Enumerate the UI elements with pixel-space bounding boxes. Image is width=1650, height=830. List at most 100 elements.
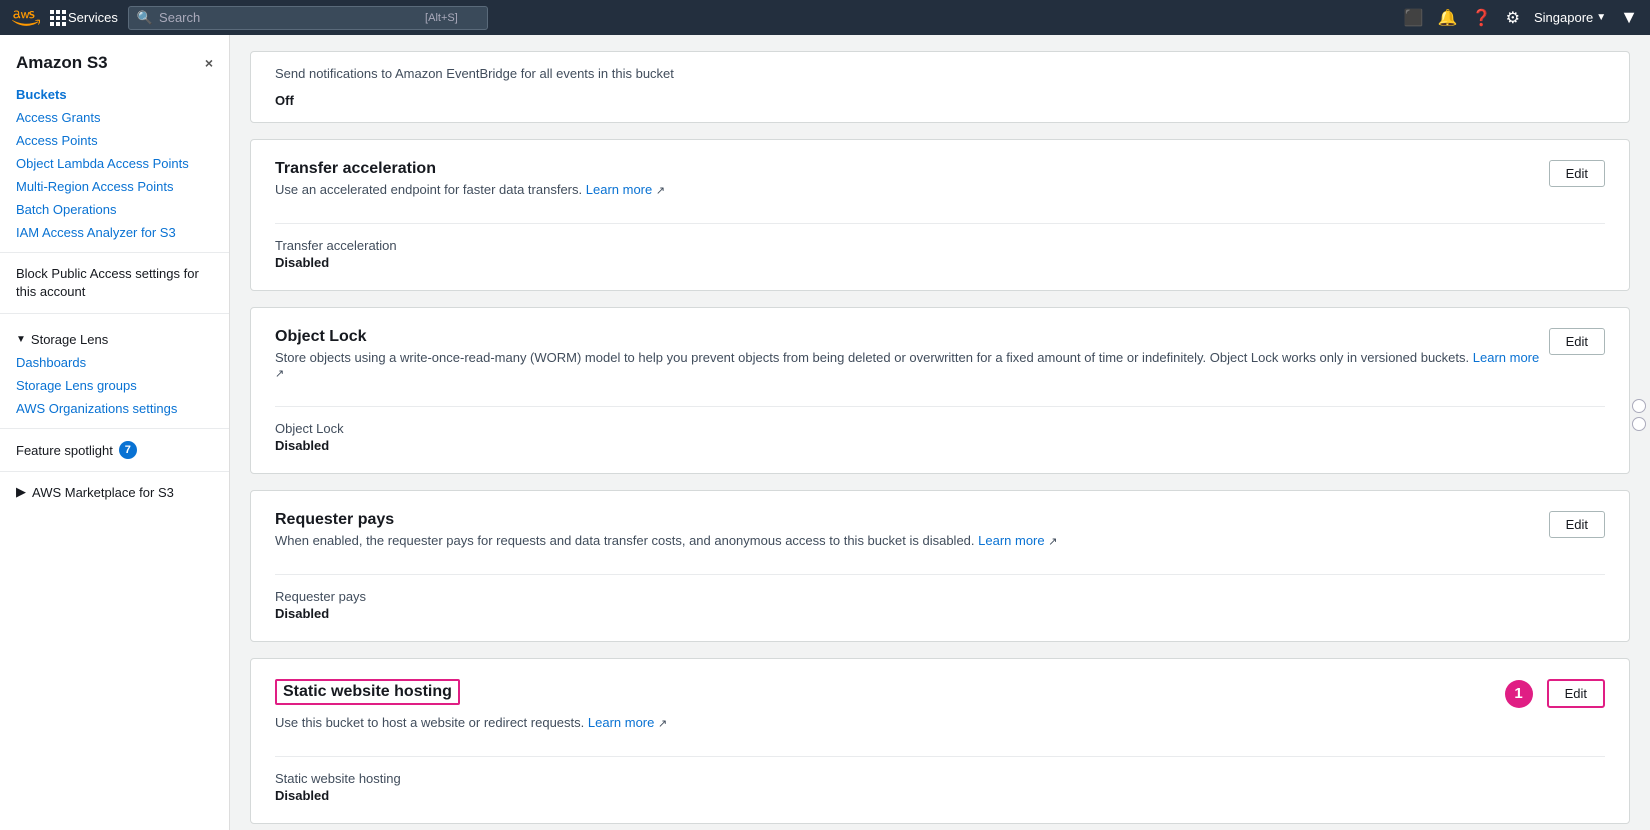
sidebar-divider-1 — [0, 252, 229, 253]
sidebar-item-block-public[interactable]: Block Public Access settings for this ac… — [0, 261, 229, 305]
sidebar: Amazon S3 × Buckets Access Grants Access… — [0, 35, 230, 830]
transfer-acceleration-description: Use an accelerated endpoint for faster d… — [275, 182, 665, 197]
rp-field-value: Disabled — [275, 606, 1605, 621]
cloud-shell-nav-icon[interactable]: ⬛ — [1404, 8, 1424, 28]
static-website-title-area: Static website hosting Use this bucket t… — [275, 679, 667, 742]
sidebar-feature-spotlight[interactable]: Feature spotlight 7 — [0, 437, 229, 463]
top-navigation: Services 🔍 [Alt+S] ⬛ 🔔 ❓ ⚙ Singapore ▼ ▼ — [0, 0, 1650, 35]
rp-divider — [275, 574, 1605, 575]
sidebar-item-lens-groups[interactable]: Storage Lens groups — [0, 374, 229, 397]
ol-field-label: Object Lock — [275, 421, 1605, 436]
main-content: Send notifications to Amazon EventBridge… — [230, 35, 1650, 830]
sw-field-value: Disabled — [275, 788, 1605, 803]
storage-lens-caret: ▼ — [16, 334, 26, 345]
services-label: Services — [68, 10, 118, 25]
sidebar-item-iam-analyzer[interactable]: IAM Access Analyzer for S3 — [0, 221, 229, 244]
sidebar-item-buckets[interactable]: Buckets — [0, 83, 229, 106]
ol-field-value: Disabled — [275, 438, 1605, 453]
right-indicator-2[interactable] — [1632, 417, 1646, 431]
static-website-actions: 1 Edit — [1505, 679, 1605, 708]
rp-field-label: Requester pays — [275, 589, 1605, 604]
sw-field-label: Static website hosting — [275, 771, 1605, 786]
transfer-acceleration-title: Transfer acceleration — [275, 160, 665, 178]
search-shortcut: [Alt+S] — [425, 12, 458, 24]
aws-logo[interactable] — [12, 9, 40, 27]
help-icon[interactable]: ❓ — [1472, 8, 1492, 28]
settings-icon[interactable]: ⚙ — [1506, 8, 1520, 28]
object-lock-title-block: Object Lock Store objects using a write-… — [275, 328, 1549, 392]
account-menu-icon[interactable]: ▼ — [1620, 7, 1638, 28]
step-1-badge: 1 — [1505, 680, 1533, 708]
storage-lens-label: Storage Lens — [31, 332, 108, 347]
sidebar-divider-4 — [0, 471, 229, 472]
object-lock-description: Store objects using a write-once-read-ma… — [275, 350, 1549, 380]
sidebar-title: Amazon S3 × — [0, 49, 229, 83]
sidebar-divider-2 — [0, 313, 229, 314]
sidebar-item-batch-ops[interactable]: Batch Operations — [0, 198, 229, 221]
ta-divider — [275, 223, 1605, 224]
sidebar-item-dashboards[interactable]: Dashboards — [0, 351, 229, 374]
region-selector[interactable]: Singapore ▼ — [1534, 10, 1606, 25]
requester-pays-header: Requester pays When enabled, the request… — [275, 511, 1605, 560]
requester-pays-learn-more[interactable]: Learn more — [978, 533, 1044, 548]
transfer-acceleration-header: Transfer acceleration Use an accelerated… — [275, 160, 1605, 209]
ta-field-label: Transfer acceleration — [275, 238, 1605, 253]
region-label: Singapore — [1534, 10, 1593, 25]
object-lock-learn-more[interactable]: Learn more — [1473, 350, 1539, 365]
ta-desc-text: Use an accelerated endpoint for faster d… — [275, 182, 582, 197]
requester-pays-edit-button[interactable]: Edit — [1549, 511, 1605, 538]
transfer-acceleration-edit-button[interactable]: Edit — [1549, 160, 1605, 187]
sidebar-app-name: Amazon S3 — [16, 53, 108, 73]
feature-badge: 7 — [119, 441, 137, 459]
eventbridge-status-value: Off — [275, 93, 1605, 108]
notifications-icon[interactable]: 🔔 — [1438, 8, 1458, 28]
ol-desc-text: Store objects using a write-once-read-ma… — [275, 350, 1469, 365]
static-website-header: Static website hosting Use this bucket t… — [275, 679, 1605, 742]
object-lock-card: Object Lock Store objects using a write-… — [250, 307, 1630, 474]
static-website-edit-button[interactable]: Edit — [1547, 679, 1605, 708]
sidebar-close-button[interactable]: × — [205, 55, 213, 71]
object-lock-title: Object Lock — [275, 328, 1549, 346]
external-link-icon-ta: ↗ — [656, 185, 665, 197]
transfer-acceleration-learn-more[interactable]: Learn more — [586, 182, 652, 197]
sidebar-item-multi-region[interactable]: Multi-Region Access Points — [0, 175, 229, 198]
sidebar-item-marketplace[interactable]: ▶ AWS Marketplace for S3 — [0, 480, 229, 504]
requester-pays-description: When enabled, the requester pays for req… — [275, 533, 1057, 548]
sidebar-item-access-points[interactable]: Access Points — [0, 129, 229, 152]
external-link-icon-ol: ↗ — [275, 368, 284, 380]
eventbridge-card: Send notifications to Amazon EventBridge… — [250, 51, 1630, 123]
static-website-description: Use this bucket to host a website or red… — [275, 715, 667, 730]
sidebar-item-access-grants[interactable]: Access Grants — [0, 106, 229, 129]
transfer-acceleration-card: Transfer acceleration Use an accelerated… — [250, 139, 1630, 291]
ol-divider — [275, 406, 1605, 407]
services-button[interactable]: Services — [50, 10, 118, 26]
requester-pays-card: Requester pays When enabled, the request… — [250, 490, 1630, 642]
sw-desc-text: Use this bucket to host a website or red… — [275, 715, 584, 730]
object-lock-edit-button[interactable]: Edit — [1549, 328, 1605, 355]
sidebar-item-object-lambda[interactable]: Object Lambda Access Points — [0, 152, 229, 175]
transfer-acceleration-title-block: Transfer acceleration Use an accelerated… — [275, 160, 665, 209]
search-bar[interactable]: 🔍 [Alt+S] — [128, 6, 488, 30]
static-website-card: Static website hosting Use this bucket t… — [250, 658, 1630, 824]
static-website-title: Static website hosting — [275, 679, 460, 705]
region-dropdown-icon: ▼ — [1596, 12, 1606, 23]
rp-desc-text: When enabled, the requester pays for req… — [275, 533, 975, 548]
right-indicator-1[interactable] — [1632, 399, 1646, 413]
app-layout: Amazon S3 × Buckets Access Grants Access… — [0, 35, 1650, 830]
static-website-learn-more[interactable]: Learn more — [588, 715, 654, 730]
right-indicators — [1628, 395, 1650, 435]
requester-pays-title-block: Requester pays When enabled, the request… — [275, 511, 1057, 560]
object-lock-header: Object Lock Store objects using a write-… — [275, 328, 1605, 392]
eventbridge-description: Send notifications to Amazon EventBridge… — [275, 66, 1605, 81]
static-website-title-block: Static website hosting Use this bucket t… — [275, 679, 667, 742]
sidebar-storage-lens-header[interactable]: ▼ Storage Lens — [0, 322, 229, 351]
content-top-padding — [230, 35, 1650, 51]
sw-divider — [275, 756, 1605, 757]
search-input[interactable] — [159, 10, 419, 25]
feature-spotlight-label: Feature spotlight — [16, 443, 113, 458]
sidebar-item-org-settings[interactable]: AWS Organizations settings — [0, 397, 229, 420]
grid-icon — [50, 10, 64, 26]
external-link-icon-sw: ↗ — [658, 718, 667, 730]
requester-pays-title: Requester pays — [275, 511, 1057, 529]
sidebar-divider-3 — [0, 428, 229, 429]
